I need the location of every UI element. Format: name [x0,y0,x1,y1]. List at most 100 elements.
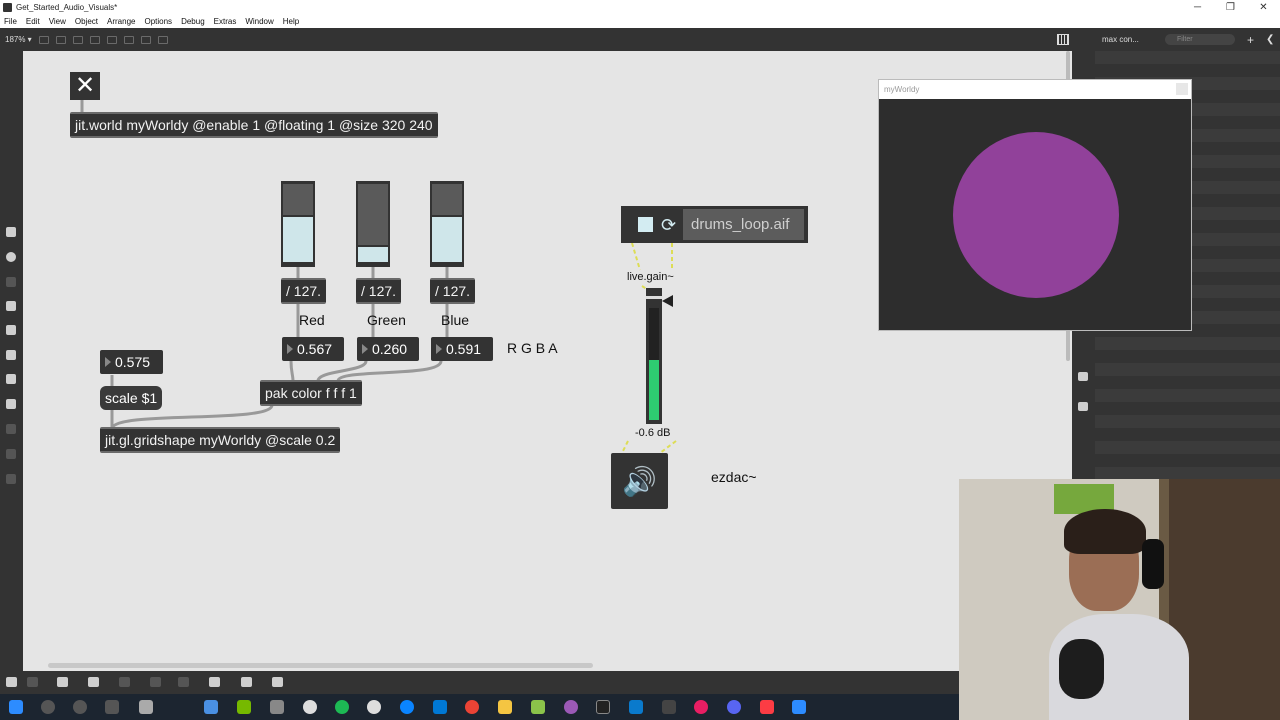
slack-icon[interactable] [694,700,708,714]
terminal-icon[interactable] [596,700,610,714]
window-icon[interactable] [88,677,99,687]
restore-button[interactable]: ❐ [1214,0,1247,15]
help-icon[interactable] [6,449,16,459]
chat-icon[interactable] [57,677,68,687]
minimize-button[interactable]: ─ [1181,0,1214,15]
menu-options[interactable]: Options [144,17,172,26]
probe-icon[interactable] [150,677,161,687]
align-icon[interactable] [140,35,151,44]
search-icon[interactable] [41,700,55,714]
menu-window[interactable]: Window [245,17,273,26]
menu-extras[interactable]: Extras [214,17,237,26]
mail-icon[interactable] [433,700,447,714]
close-window-button[interactable]: ✕ [1247,0,1280,15]
zoom-level[interactable]: 187% ▾ [5,35,32,44]
number-scale[interactable]: 0.575 [100,350,163,374]
new-object-icon[interactable] [38,35,49,44]
chrome-icon[interactable] [465,700,479,714]
divide-green-object[interactable]: / 127. [356,278,402,304]
calculator-icon[interactable] [204,700,218,714]
add-tab-button[interactable]: + [1247,33,1254,47]
cut-icon[interactable] [89,35,100,44]
bracket-icon[interactable] [6,325,16,335]
paste-icon[interactable] [123,35,134,44]
scale-message[interactable]: scale $1 [100,386,163,410]
lock-icon[interactable] [6,677,17,687]
comment-icon[interactable] [6,277,16,287]
discord-icon[interactable] [727,700,741,714]
undo-icon[interactable] [55,35,66,44]
clock-icon[interactable] [303,700,317,714]
menu-arrange[interactable]: Arrange [107,17,135,26]
close-toggle-button[interactable]: ✕ [70,72,100,100]
pak-color-object[interactable]: pak color f f f 1 [260,380,362,406]
pencil-icon[interactable] [178,677,189,687]
edge-icon[interactable] [400,700,414,714]
debug-icon[interactable] [119,677,130,687]
image-icon[interactable] [6,350,16,360]
number-blue[interactable]: 0.591 [431,337,493,361]
zoom-icon[interactable] [792,700,806,714]
jit-output-window[interactable]: myWorldy [878,79,1192,331]
wrench-icon[interactable] [209,677,220,687]
gridshape-object[interactable]: jit.gl.gridshape myWorldy @scale 0.2 [100,427,341,453]
gain-pointer-icon[interactable] [662,295,673,307]
spotify-icon[interactable] [335,700,349,714]
package-icon[interactable] [6,227,16,237]
loop-icon[interactable]: ⟳ [661,215,676,236]
grid-icon[interactable] [1057,34,1069,45]
paperclip-icon[interactable] [6,374,16,384]
jit-world-object[interactable]: jit.world myWorldy @enable 1 @floating 1… [70,112,438,138]
disabled-icon[interactable] [6,424,16,434]
jit-window-titlebar[interactable]: myWorldy [879,80,1191,99]
menu-object[interactable]: Object [75,17,98,26]
music-icon[interactable] [760,700,774,714]
vscode-icon[interactable] [629,700,643,714]
menu-help[interactable]: Help [283,17,299,26]
max-taskbar-icon[interactable] [662,700,676,714]
app-icon-2[interactable] [270,700,284,714]
menu-file[interactable]: File [4,17,17,26]
divide-red-object[interactable]: / 127. [281,278,327,304]
presentation-icon[interactable] [27,677,38,687]
notepad-icon[interactable] [531,700,545,714]
divide-blue-object[interactable]: / 127. [430,278,476,304]
filter-input[interactable]: Filter [1165,34,1235,45]
slider-red[interactable] [281,181,315,267]
ezdac-button[interactable]: 🔊 [611,453,668,509]
file-explorer-icon[interactable] [498,700,512,714]
slider-green[interactable] [356,181,390,267]
redo-icon[interactable] [72,35,83,44]
task-view-icon[interactable] [105,700,119,714]
app-icon-1[interactable] [139,700,153,714]
music-note-icon[interactable] [6,301,16,311]
grid-snap-icon[interactable] [272,677,283,687]
mixer-icon[interactable] [1078,402,1088,411]
live-gain-slider[interactable] [646,288,662,424]
star-icon[interactable] [6,474,16,484]
jit-window-close-button[interactable] [1176,83,1188,95]
menu-view[interactable]: View [49,17,66,26]
sidebar-tab[interactable]: max con... [1102,35,1139,44]
copy-icon[interactable] [106,35,117,44]
app-icon-3[interactable] [367,700,381,714]
start-icon[interactable] [9,700,23,714]
cortana-icon[interactable] [73,700,87,714]
number-red[interactable]: 0.567 [282,337,344,361]
piano-icon[interactable] [241,677,252,687]
target-icon[interactable] [6,252,16,262]
menu-edit[interactable]: Edit [26,17,40,26]
github-icon[interactable] [564,700,578,714]
playlist-player[interactable]: ⟳ drums_loop.aif [621,206,808,243]
collapse-sidebar-button[interactable]: ❮ [1266,34,1274,45]
horizontal-scrollbar[interactable] [48,663,593,668]
slider-blue[interactable] [430,181,464,267]
rendered-sphere [953,132,1119,298]
add-icon[interactable] [157,35,168,44]
menu-debug[interactable]: Debug [181,17,205,26]
number-green[interactable]: 0.260 [357,337,419,361]
camera-icon[interactable] [1078,372,1088,381]
puzzle-icon[interactable] [6,399,16,409]
nvidia-icon[interactable] [237,700,251,714]
stop-icon[interactable] [638,217,653,232]
